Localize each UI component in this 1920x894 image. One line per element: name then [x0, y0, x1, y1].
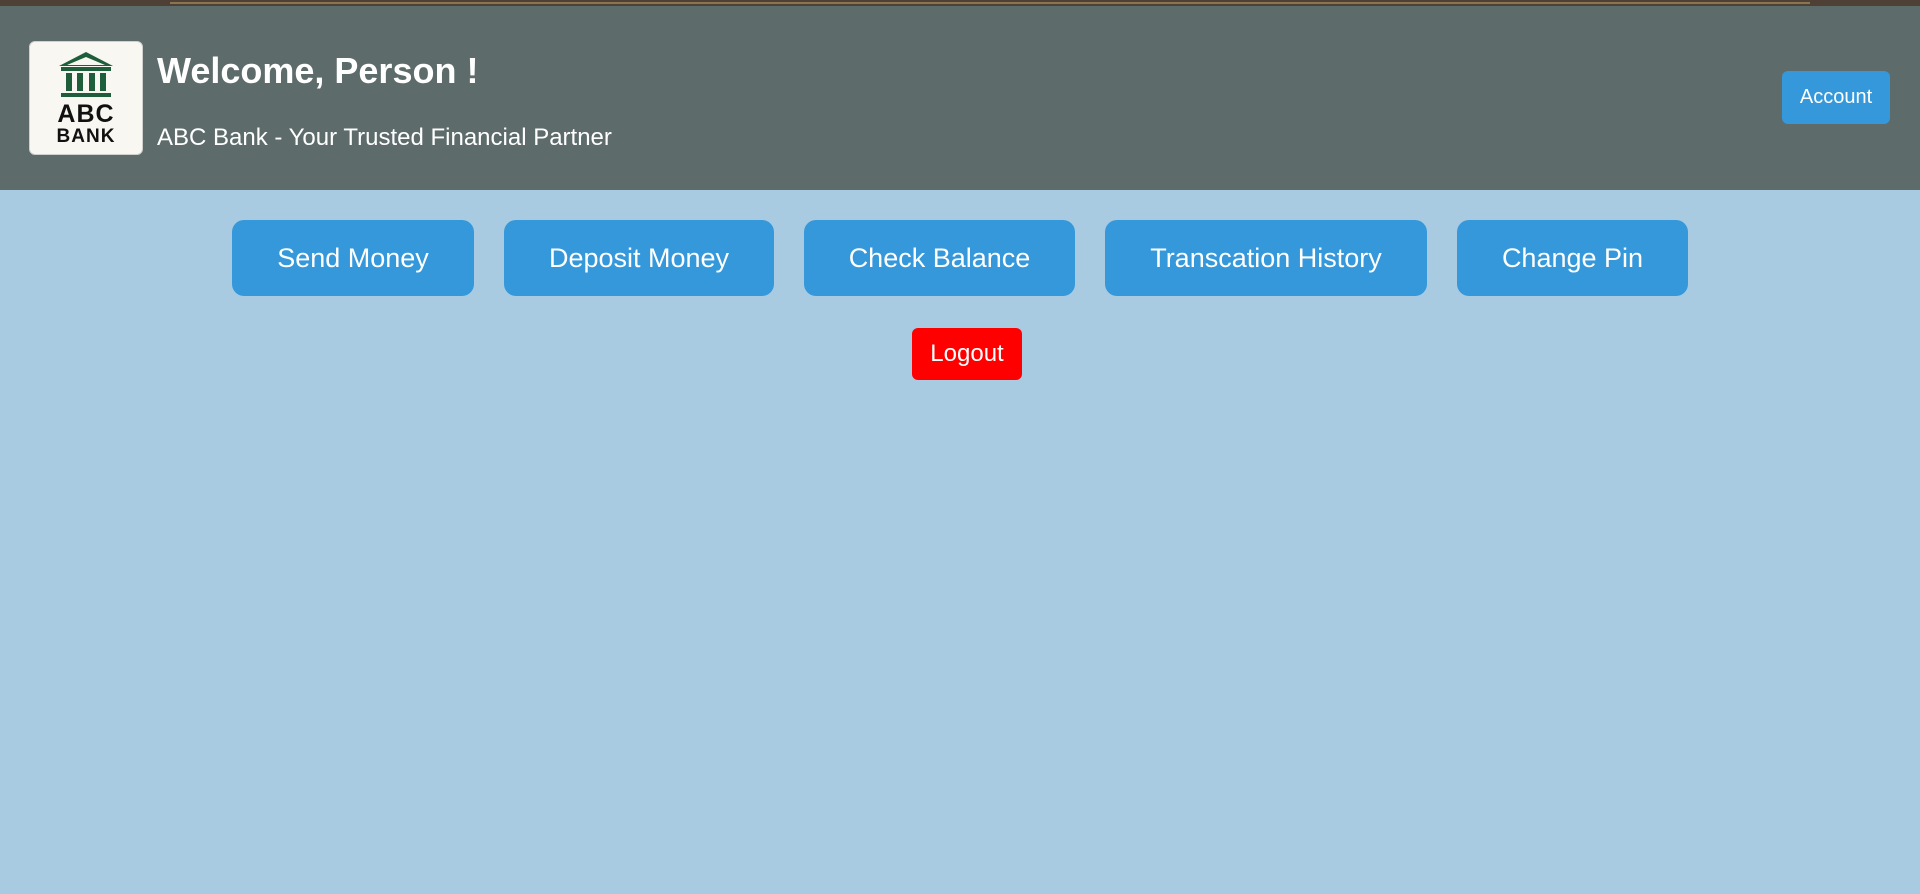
- bank-tagline: ABC Bank - Your Trusted Financial Partne…: [157, 124, 612, 151]
- bank-logo: ABC BANK: [29, 41, 143, 155]
- top-strip-accent: [170, 2, 1810, 4]
- change-pin-button[interactable]: Change Pin: [1457, 220, 1688, 296]
- transaction-history-button[interactable]: Transcation History: [1105, 220, 1427, 296]
- bank-building-icon: [59, 52, 113, 97]
- deposit-money-button[interactable]: Deposit Money: [504, 220, 774, 296]
- logo-wordmark: ABC BANK: [56, 100, 116, 147]
- welcome-heading: Welcome, Person !: [157, 50, 479, 91]
- logout-button[interactable]: Logout: [912, 328, 1022, 380]
- logo-text-bank: BANK: [56, 126, 116, 147]
- send-money-button[interactable]: Send Money: [232, 220, 474, 296]
- logo-text-abc: ABC: [57, 100, 115, 128]
- account-button[interactable]: Account: [1782, 71, 1890, 124]
- check-balance-button[interactable]: Check Balance: [804, 220, 1075, 296]
- site-header: ABC BANK Welcome, Person ! ABC Bank - Yo…: [0, 6, 1920, 190]
